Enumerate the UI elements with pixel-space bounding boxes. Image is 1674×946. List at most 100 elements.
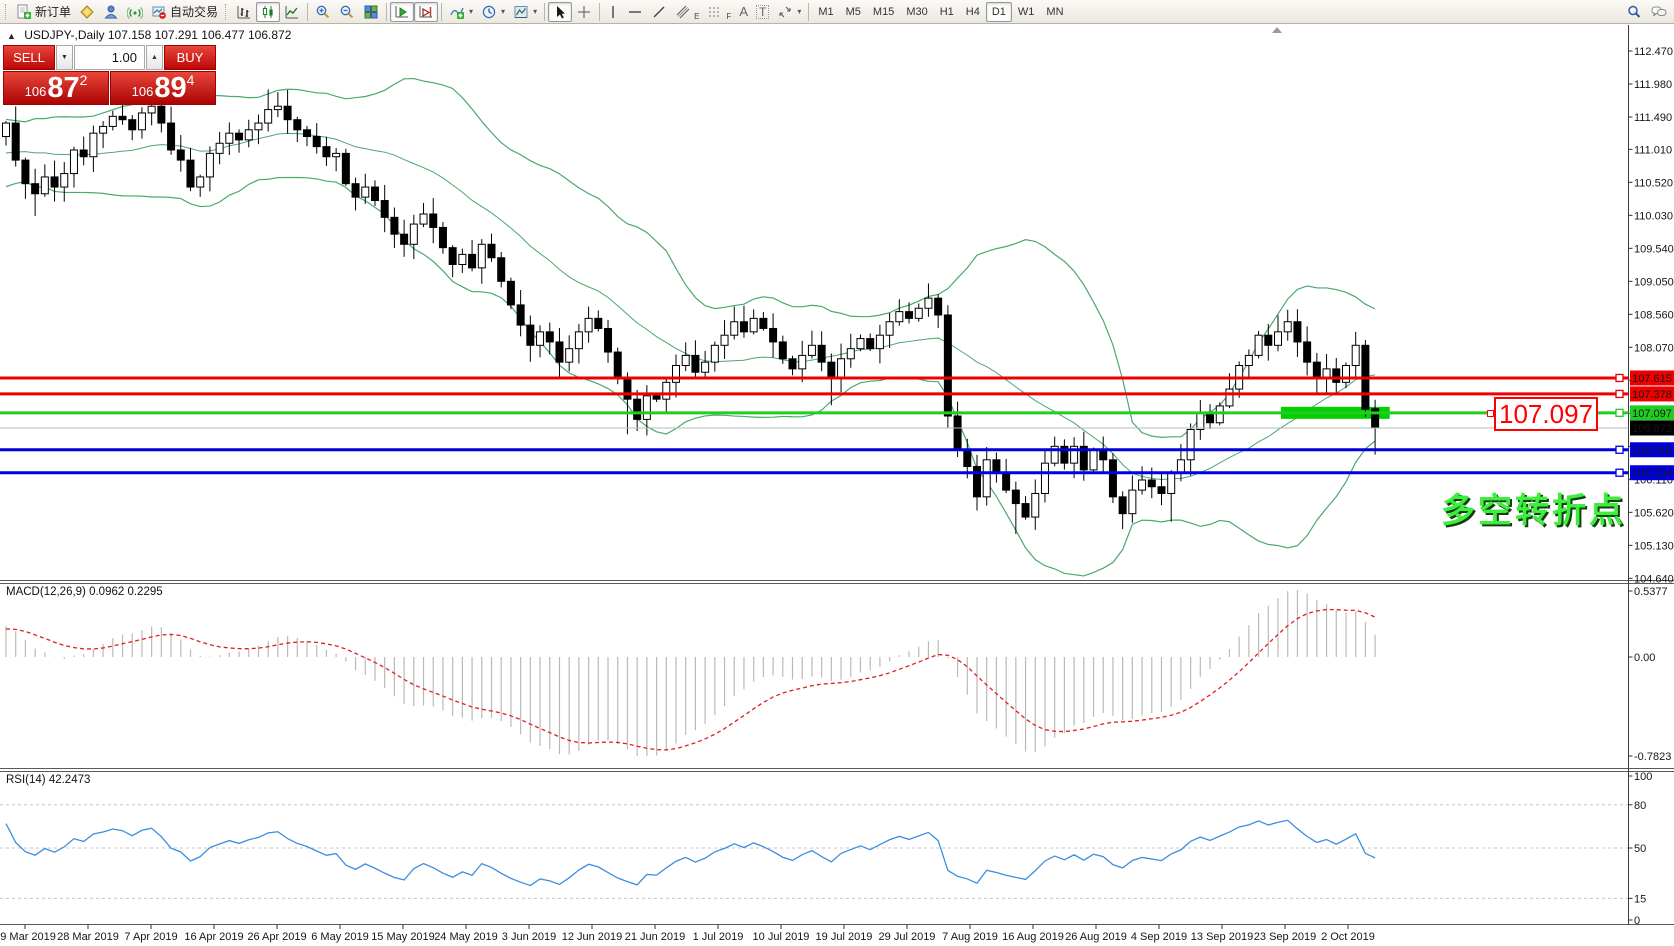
signals-button[interactable] (123, 2, 147, 22)
date-axis-label: 26 Apr 2019 (247, 931, 306, 943)
fibonacci-button[interactable]: F (703, 2, 735, 22)
turning-point-annotation[interactable]: 多空转折点 (1441, 483, 1626, 532)
date-axis-label: 12 Jun 2019 (562, 931, 623, 943)
date-axis-label: 7 Aug 2019 (942, 931, 998, 943)
text-tool-button[interactable]: A (735, 2, 752, 22)
date-axis-label: 3 Jun 2019 (502, 931, 556, 943)
crosshair-button[interactable] (572, 2, 596, 22)
toolbar-separator (808, 3, 809, 21)
shapes-button[interactable]: ▾ (773, 2, 805, 22)
macd-signal-line (6, 610, 1375, 750)
timeframe-m15-button[interactable]: M15 (867, 2, 900, 22)
collapse-trade-panel-icon[interactable]: ▲ (7, 31, 16, 41)
level-handle[interactable] (1616, 409, 1623, 416)
date-axis-label: 10 Jul 2019 (753, 931, 810, 943)
auto-scroll-button[interactable] (390, 2, 414, 22)
autotrading-icon (151, 4, 167, 20)
symbol-period-label: USDJPY-,Daily (24, 28, 104, 42)
bar-chart-button[interactable] (232, 2, 256, 22)
fibonacci-letter: F (726, 13, 731, 21)
buy-button[interactable]: BUY (164, 45, 216, 70)
periods-button[interactable]: ▾ (477, 2, 509, 22)
timeframe-d1-button[interactable]: D1 (986, 2, 1012, 22)
sell-price-pips: 87 (47, 76, 79, 101)
timeframe-mn-button[interactable]: MN (1040, 2, 1069, 22)
zoom-out-button[interactable] (335, 2, 359, 22)
search-button[interactable] (1622, 2, 1646, 22)
volume-decrease-button[interactable]: ▼ (56, 45, 73, 70)
template-dropdown-caret: ▾ (533, 7, 537, 16)
rsi-axis-tick: 100 (1634, 771, 1652, 783)
level-handle[interactable] (1616, 374, 1623, 381)
chart-shift-button[interactable] (414, 2, 438, 22)
tile-windows-button[interactable] (359, 2, 383, 22)
price-axis-tick: 111.010 (1634, 144, 1672, 156)
macd-axis-tick: -0.7823 (1634, 751, 1671, 763)
rsi-axis-tick: 50 (1634, 843, 1646, 855)
rsi-axis-tick: 0 (1634, 915, 1640, 927)
volume-increase-button[interactable]: ▲ (146, 45, 163, 70)
text-tool-icon: A (739, 5, 748, 18)
price-axis-tick: 104.640 (1634, 573, 1674, 585)
rsi-indicator-label: RSI(14) 42.2473 (6, 774, 90, 786)
rsi-axis-tick: 80 (1634, 800, 1646, 812)
candlestick-chart-button[interactable] (256, 2, 280, 22)
price-axis[interactable]: 112.470111.980111.490111.010110.520110.0… (1629, 46, 1674, 585)
date-axis-label: 24 May 2019 (434, 931, 498, 943)
charts-icon (79, 4, 95, 20)
chat-button[interactable] (1646, 2, 1672, 22)
horizontal-levels[interactable] (0, 374, 1629, 476)
timeframe-m30-button[interactable]: M30 (900, 2, 933, 22)
equidistant-channel-button[interactable]: E (671, 2, 703, 22)
level-handle[interactable] (1616, 469, 1623, 476)
autotrading-button[interactable]: 自动交易 (147, 2, 222, 22)
horizontal-line-button[interactable] (623, 2, 647, 22)
timeframe-h4-button[interactable]: H4 (960, 2, 986, 22)
indicators-button[interactable]: ▾ (445, 2, 477, 22)
price-chart[interactable]: 112.470111.980111.490111.010110.520110.0… (0, 0, 1674, 946)
one-click-trade-panel: SELL ▼ 1.00 ▲ BUY 106 87 2 106 89 4 (3, 45, 216, 105)
sell-price-display[interactable]: 106 87 2 (3, 71, 109, 105)
date-axis-label: 26 Aug 2019 (1065, 931, 1127, 943)
line-chart-icon (284, 4, 300, 20)
template-button[interactable]: ▾ (509, 2, 541, 22)
buy-price-display[interactable]: 106 89 4 (110, 71, 216, 105)
periods-dropdown-caret: ▾ (501, 7, 505, 16)
toolbar-grip (5, 4, 9, 20)
level-handle[interactable] (1616, 390, 1623, 397)
chart-shift-marker[interactable] (1272, 27, 1282, 33)
price-callout-box[interactable]: 107.097 (1494, 397, 1598, 431)
search-icon (1626, 4, 1642, 20)
level-handle[interactable] (1616, 446, 1623, 453)
line-chart-button[interactable] (280, 2, 304, 22)
vertical-line-button[interactable] (603, 2, 623, 22)
charts-button[interactable] (75, 2, 99, 22)
label-tool-button[interactable]: T (752, 2, 773, 22)
cursor-button[interactable] (548, 2, 572, 22)
timeframe-m5-button[interactable]: M5 (840, 2, 867, 22)
timeframe-w1-button[interactable]: W1 (1012, 2, 1041, 22)
market-watch-button[interactable] (99, 2, 123, 22)
date-axis-label: 28 Mar 2019 (57, 931, 119, 943)
callout-anchor-handle[interactable] (1487, 410, 1494, 417)
volume-input[interactable]: 1.00 (74, 45, 145, 70)
shapes-icon (777, 4, 793, 20)
horizontal-line-icon (627, 4, 643, 20)
date-axis-label: 1 Jul 2019 (693, 931, 744, 943)
sell-button[interactable]: SELL (3, 45, 55, 70)
level-badge-106.208-text: 106.208 (1632, 468, 1672, 480)
date-axis-label: 2 Oct 2019 (1321, 931, 1375, 943)
trendline-button[interactable] (647, 2, 671, 22)
date-axis[interactable]: 19 Mar 201928 Mar 20197 Apr 201916 Apr 2… (0, 925, 1375, 944)
macd-axis-tick: 0.5377 (1634, 586, 1668, 598)
date-axis-label: 16 Aug 2019 (1002, 931, 1064, 943)
shift-marker-layer[interactable] (1272, 27, 1282, 33)
timeframe-h1-button[interactable]: H1 (934, 2, 960, 22)
auto-scroll-icon (394, 4, 410, 20)
zoom-in-button[interactable] (311, 2, 335, 22)
level-badge-107.615-text: 107.615 (1632, 373, 1672, 385)
new-order-button[interactable]: 新订单 (12, 2, 75, 22)
price-axis-tick: 110.030 (1634, 210, 1673, 222)
chart-shift-icon (418, 4, 434, 20)
timeframe-m1-button[interactable]: M1 (812, 2, 839, 22)
